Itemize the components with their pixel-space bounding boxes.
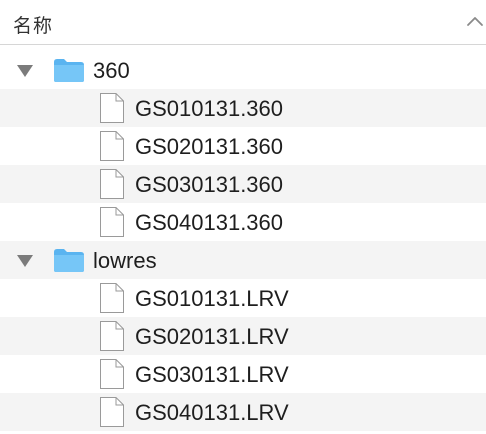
document-icon bbox=[100, 397, 124, 427]
document-icon bbox=[100, 321, 124, 351]
file-name: GS010131.LRV bbox=[135, 286, 289, 311]
document-icon bbox=[100, 169, 124, 199]
file-row[interactable]: GS030131.LRV bbox=[0, 355, 486, 393]
folder-name: lowres bbox=[93, 248, 157, 273]
document-icon bbox=[100, 283, 124, 313]
file-name: GS020131.360 bbox=[135, 134, 284, 159]
name-column-label: 名称 bbox=[13, 15, 54, 37]
file-row[interactable]: GS010131.LRV bbox=[0, 279, 486, 317]
folder-icon bbox=[54, 59, 84, 82]
file-row[interactable]: GS020131.360 bbox=[0, 127, 486, 165]
file-row[interactable]: GS010131.360 bbox=[0, 89, 486, 127]
file-name: GS010131.360 bbox=[135, 96, 284, 121]
folder-name: 360 bbox=[93, 58, 130, 83]
file-row[interactable]: GS020131.LRV bbox=[0, 317, 486, 355]
disclosure-triangle-icon[interactable] bbox=[16, 254, 34, 268]
file-row[interactable]: GS030131.360 bbox=[0, 165, 486, 203]
folder-row-lowres[interactable]: lowres bbox=[0, 241, 486, 279]
file-name: GS020131.LRV bbox=[135, 324, 289, 349]
file-name: GS040131.360 bbox=[135, 210, 284, 235]
file-name: GS030131.360 bbox=[135, 172, 284, 197]
folder-icon bbox=[54, 249, 84, 272]
file-list: 360 GS010131.360 GS020131.360 GS030131.3… bbox=[0, 51, 486, 431]
document-icon bbox=[100, 207, 124, 237]
file-row[interactable]: GS040131.360 bbox=[0, 203, 486, 241]
document-icon bbox=[100, 359, 124, 389]
chevron-up-icon[interactable] bbox=[466, 14, 484, 28]
disclosure-triangle-icon[interactable] bbox=[16, 64, 34, 78]
document-icon bbox=[100, 93, 124, 123]
file-row[interactable]: GS040131.LRV bbox=[0, 393, 486, 431]
file-name: GS030131.LRV bbox=[135, 362, 289, 387]
file-name: GS040131.LRV bbox=[135, 400, 289, 425]
document-icon bbox=[100, 131, 124, 161]
folder-row-360[interactable]: 360 bbox=[0, 51, 486, 89]
column-header[interactable]: 名称 bbox=[0, 0, 486, 45]
